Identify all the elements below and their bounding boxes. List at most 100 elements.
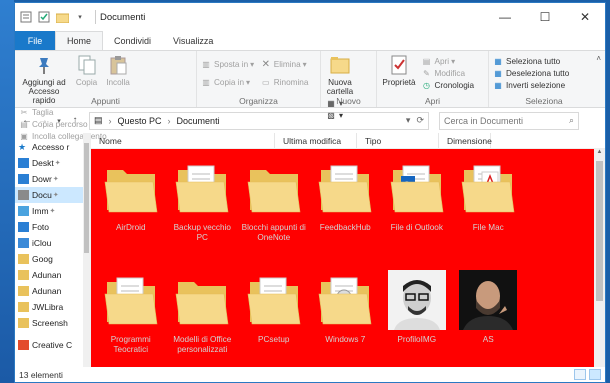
file-item[interactable]: Windows 7	[310, 269, 382, 381]
file-item[interactable]: o File di Outlook	[381, 157, 453, 269]
main-scrollbar[interactable]: ▲	[594, 149, 605, 367]
tab-view[interactable]: Visualizza	[162, 31, 224, 50]
file-item-name: Windows 7	[325, 335, 366, 344]
file-item[interactable]: PCsetup	[238, 269, 310, 381]
file-item[interactable]: AirDroid	[95, 157, 167, 269]
nav-item[interactable]: Foto	[15, 219, 90, 235]
nav-item[interactable]: ★ Accesso r	[15, 139, 90, 155]
column-modified[interactable]: Ultima modifica	[275, 133, 357, 148]
nav-item-label: Docu	[32, 190, 52, 200]
invert-selection-button[interactable]: ▦ Inverti selezione	[493, 79, 569, 91]
chevron-down-icon[interactable]: ▾	[73, 10, 87, 24]
ribbon-tabs: File Home Condividi Visualizza	[15, 31, 605, 50]
history-button[interactable]: ◷ Cronologia	[422, 79, 474, 91]
cut-label: Taglia	[32, 107, 54, 117]
paste-button[interactable]: Incolla	[104, 54, 132, 87]
open-small-actions: ▤ Apri ▾ ✎ Modifica ◷ Cronologia	[422, 55, 475, 91]
select-all-label: Seleziona tutto	[506, 56, 561, 66]
folder-icon	[314, 269, 376, 331]
download-icon	[18, 174, 29, 184]
column-type[interactable]: Tipo	[357, 133, 439, 148]
file-item[interactable]: ProfiloIMG	[381, 269, 453, 381]
refresh-icon[interactable]: ⟳	[416, 115, 424, 126]
file-item[interactable]: Modelli di Office personalizzati	[167, 269, 239, 381]
move-to-button[interactable]: ▥ Sposta in ▾	[201, 55, 254, 73]
breadcrumb-documents[interactable]: Documenti	[177, 116, 220, 126]
address-dropdown-icon[interactable]: ▾	[406, 115, 411, 126]
nav-scrollbar[interactable]	[83, 133, 90, 367]
move-icon: ▥	[202, 59, 210, 69]
image-thumbnail	[457, 269, 519, 331]
nav-item-label: Dowr	[32, 174, 52, 184]
collapse-ribbon-icon[interactable]: ˄	[596, 54, 601, 63]
edit-label: Modifica	[434, 68, 466, 78]
file-item-name: Modelli di Office personalizzati	[173, 335, 232, 354]
tab-share[interactable]: Condividi	[103, 31, 162, 50]
breadcrumb-this-pc[interactable]: Questo PC	[118, 116, 162, 126]
deselect-all-icon: ▦	[494, 68, 502, 78]
file-item-name: AS	[482, 335, 494, 344]
file-item[interactable]: Programmi Teocratici	[95, 269, 167, 381]
nav-item[interactable]: Adunan	[15, 267, 90, 283]
explorer-body: ★ Accesso r Deskt ✦ Dowr ✦ Docu ✦ Imm ✦ Foto iClou G…	[15, 133, 605, 367]
image-thumbnail	[386, 269, 448, 331]
nav-item-label: Adunan	[32, 270, 62, 280]
search-input[interactable]: Cerca in Documenti ⌕	[439, 111, 579, 130]
tab-file[interactable]: File	[15, 31, 55, 50]
ribbon: Aggiungi ad Accesso rapido Copia Incolla…	[15, 50, 605, 141]
deselect-all-button[interactable]: ▦ Deseleziona tutto	[493, 67, 569, 79]
address-bar[interactable]: ▤ › Questo PC › Documenti ▾ ⟳	[89, 111, 429, 130]
file-item[interactable]: FeedbackHub	[310, 157, 382, 269]
properties-button[interactable]: Proprietà	[381, 54, 417, 87]
details-view-icon[interactable]	[574, 369, 586, 380]
nav-item[interactable]: Dowr ✦	[15, 171, 90, 187]
tab-home[interactable]: Home	[55, 31, 104, 50]
select-all-button[interactable]: ▦ Seleziona tutto	[493, 55, 569, 67]
edit-button[interactable]: ✎ Modifica	[422, 67, 475, 79]
pin-icon: ✦	[52, 176, 59, 183]
copy-path-button[interactable]: ▤ Copia percorso	[19, 118, 107, 130]
copy-button[interactable]: Copia	[74, 54, 100, 87]
large-icons-view-icon[interactable]	[589, 369, 601, 380]
check-quick-icon[interactable]	[37, 10, 51, 24]
easy-access-button[interactable]: ▧ ▾	[326, 109, 343, 121]
file-item[interactable]: File Mac	[453, 157, 525, 269]
nav-item[interactable]: Docu ✦	[15, 187, 90, 203]
open-button[interactable]: ▤ Apri ▾	[422, 55, 475, 67]
maximize-button[interactable]: ☐	[525, 3, 565, 31]
main-scroll-thumb[interactable]	[596, 161, 603, 301]
select-all-icon: ▦	[494, 56, 502, 66]
column-name[interactable]: Nome	[91, 133, 275, 148]
nav-item[interactable]: Deskt ✦	[15, 155, 90, 171]
rename-button[interactable]: ▭ Rinomina	[261, 73, 308, 91]
new-folder-quick-icon[interactable]	[55, 10, 69, 24]
column-size[interactable]: Dimensione	[439, 133, 492, 148]
delete-button[interactable]: ✕ Elimina ▾	[261, 55, 309, 73]
window-title: Documenti	[100, 11, 146, 23]
copy-to-button[interactable]: ▥ Copia in ▾	[201, 73, 254, 91]
file-item[interactable]: Backup vecchio PC	[167, 157, 239, 269]
file-item[interactable]: AS	[453, 269, 525, 381]
paste-label: Incolla	[106, 78, 130, 87]
group-select: ▦ Seleziona tutto ▦ Deseleziona tutto ▦ Inv…	[489, 51, 599, 107]
documents-icon	[18, 190, 29, 200]
copy-path-icon: ▤	[20, 119, 28, 129]
nav-item[interactable]: Screensh	[15, 315, 90, 331]
nav-item[interactable]: iClou	[15, 235, 90, 251]
invert-selection-label: Inverti selezione	[506, 80, 566, 90]
nav-item[interactable]: Goog	[15, 251, 90, 267]
nav-item[interactable]: JWLibra	[15, 299, 90, 315]
nav-item[interactable]: Adunan	[15, 283, 90, 299]
scroll-up-icon[interactable]: ▲	[594, 149, 605, 159]
close-button[interactable]: ✕	[565, 3, 605, 31]
copy-to-icon: ▥	[202, 77, 210, 87]
nav-item[interactable]: Creative C	[15, 337, 90, 353]
new-folder-button[interactable]: Nuova cartella	[325, 54, 355, 96]
cut-button[interactable]: ✂ Taglia	[19, 106, 107, 118]
organize-col-2: ✕ Elimina ▾ ▭ Rinomina	[261, 55, 309, 91]
properties-quick-icon[interactable]	[19, 10, 33, 24]
minimize-button[interactable]: —	[485, 3, 525, 31]
file-item[interactable]: Blocchi appunti di OneNote	[238, 157, 310, 269]
nav-scroll-thumb[interactable]	[84, 143, 89, 253]
nav-item[interactable]: Imm ✦	[15, 203, 90, 219]
